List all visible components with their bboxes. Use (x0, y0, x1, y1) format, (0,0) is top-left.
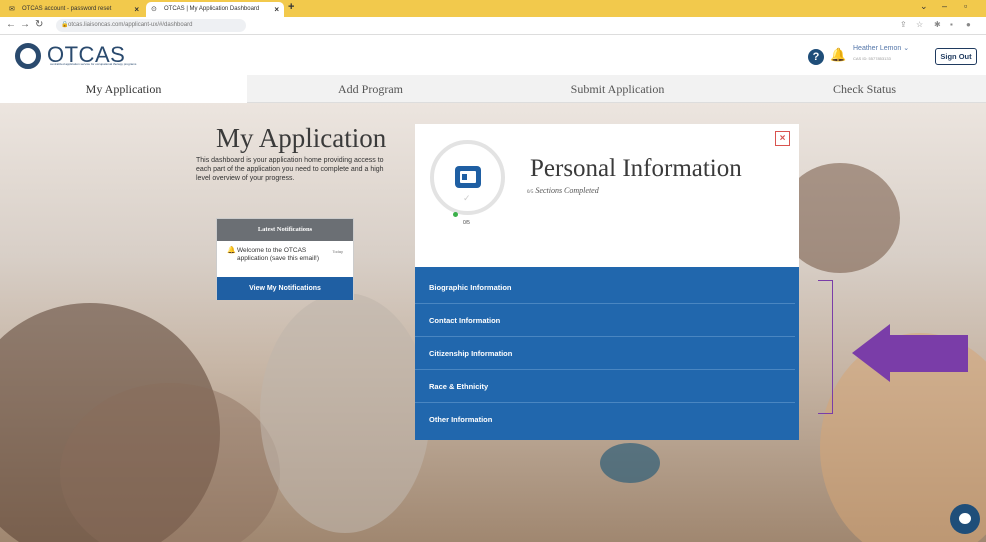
progress-count: 0/5 (463, 220, 470, 226)
nav-add-program[interactable]: Add Program (247, 75, 494, 103)
new-tab-button[interactable]: + (288, 1, 294, 13)
section-contact-information[interactable]: Contact Information (415, 304, 795, 337)
star-icon[interactable]: ☆ (916, 20, 923, 29)
close-icon[interactable]: × (274, 2, 279, 17)
forward-icon[interactable]: → (20, 20, 30, 30)
check-icon: ✓ (463, 193, 471, 203)
sections-completed-label: 0/5 Sections Completed (527, 186, 599, 195)
browser-tab-1[interactable]: ✉ OTCAS account - password reset × (4, 2, 144, 17)
globe-icon: ⊙ (151, 6, 157, 13)
sign-out-button[interactable]: Sign Out (935, 48, 977, 65)
user-name: Heather Lemon (853, 45, 902, 52)
section-other-information[interactable]: Other Information (415, 403, 795, 436)
url-text: otcas.liaisoncas.com/applicant-ux/#/dash… (68, 22, 193, 28)
back-icon[interactable]: ← (6, 20, 16, 30)
section-citizenship-information[interactable]: Citizenship Information (415, 337, 795, 370)
browser-tab-2[interactable]: ⊙ OTCAS | My Application Dashboard × (146, 2, 284, 17)
notification-time: Today (332, 249, 343, 254)
notifications-panel: Latest Notifications 🔔 Welcome to the OT… (216, 218, 354, 300)
nav-submit-application[interactable]: Submit Application (494, 75, 741, 103)
close-modal-button[interactable]: × (775, 131, 790, 146)
main-nav: My Application Add Program Submit Applic… (0, 75, 986, 103)
user-menu[interactable]: Heather Lemon ⌄ (853, 44, 909, 52)
notification-text: Welcome to the OTCAS application (save t… (237, 247, 320, 262)
lock-icon: 🔒 (61, 22, 69, 28)
sections-completed-text: Sections Completed (535, 186, 599, 195)
page-title: My Application (216, 123, 387, 153)
chevron-down-icon[interactable]: ⌄ (920, 1, 928, 12)
notifications-title: Latest Notifications (217, 219, 353, 241)
modal-title: Personal Information (530, 155, 742, 182)
toy-shape (600, 443, 660, 483)
cas-id: CAS ID: 5577853133 (853, 56, 891, 61)
logo-subtitle: centralized application service for occu… (50, 62, 137, 66)
close-icon[interactable]: × (134, 2, 139, 17)
profile-avatar-icon[interactable]: ● (966, 20, 971, 29)
section-race-ethnicity[interactable]: Race & Ethnicity (415, 370, 795, 403)
minimize-icon[interactable]: – (942, 1, 947, 11)
chat-bubble-icon (959, 513, 971, 524)
address-bar-row: ← → ↻ 🔒 otcas.liaisoncas.com/applicant-u… (0, 17, 986, 35)
progress-indicator-dot (453, 212, 458, 217)
annotation-bracket (818, 280, 833, 414)
share-icon[interactable]: ⇪ (900, 20, 907, 29)
child-figure-center (260, 293, 430, 533)
browser-tab-2-label: OTCAS | My Application Dashboard (164, 6, 260, 12)
window-icon[interactable]: ▪ (950, 20, 953, 29)
help-icon[interactable]: ? (808, 49, 824, 65)
extensions-icon[interactable]: ✱ (934, 20, 941, 29)
modal-spacer (415, 234, 799, 267)
view-notifications-button[interactable]: View My Notifications (217, 277, 353, 300)
bell-icon[interactable]: 🔔 (830, 47, 846, 63)
annotation-arrow-head (852, 324, 890, 382)
sections-completed-num: 0/5 (527, 190, 534, 195)
section-list: Biographic Information Contact Informati… (415, 267, 799, 440)
intro-description: This dashboard is your application home … (196, 157, 384, 182)
id-card-icon (455, 166, 481, 188)
nav-check-status[interactable]: Check Status (741, 75, 986, 103)
otcas-logo-mark (15, 43, 41, 69)
maximize-icon[interactable]: ▫ (964, 1, 967, 11)
notification-item[interactable]: 🔔 Welcome to the OTCAS application (save… (227, 247, 332, 263)
browser-tab-1-label: OTCAS account - password reset (22, 6, 112, 12)
reload-icon[interactable]: ↻ (35, 20, 43, 30)
section-biographic-information[interactable]: Biographic Information (415, 271, 795, 304)
chat-button[interactable] (950, 504, 980, 534)
gmail-icon: ✉ (9, 6, 15, 13)
annotation-arrow-body (890, 335, 968, 372)
notification-bell-icon: 🔔 (227, 247, 236, 254)
browser-tab-bar: ✉ OTCAS account - password reset × ⊙ OTC… (0, 0, 986, 17)
chevron-down-icon: ⌄ (903, 45, 910, 52)
url-field[interactable]: 🔒 otcas.liaisoncas.com/applicant-ux/#/da… (56, 19, 246, 32)
nav-my-application[interactable]: My Application (0, 75, 247, 103)
